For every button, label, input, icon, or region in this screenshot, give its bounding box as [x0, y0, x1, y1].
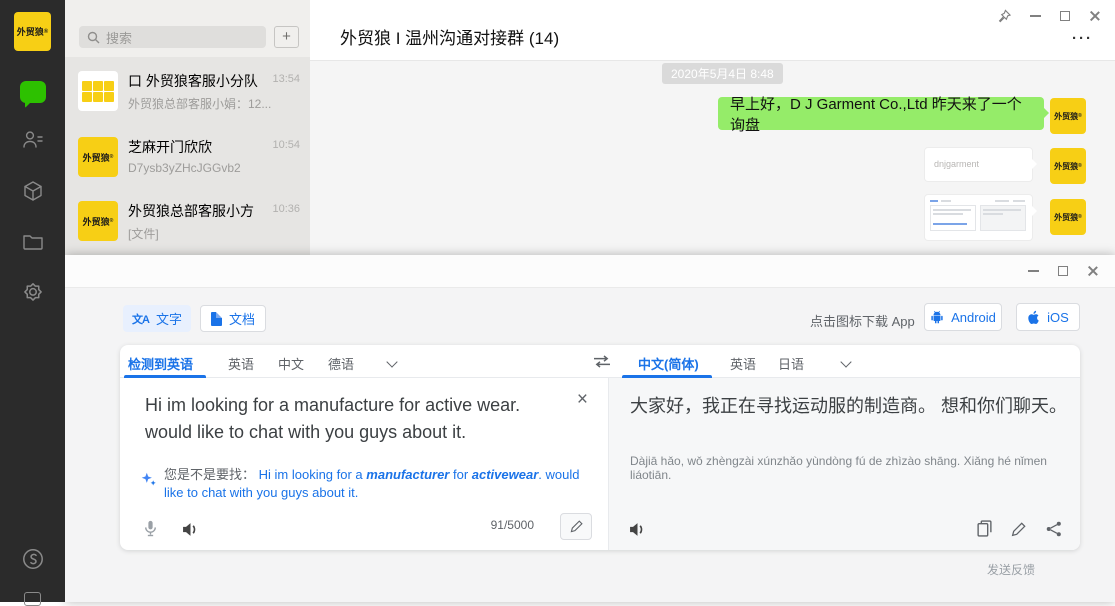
- image-text: dnjgarment: [934, 159, 979, 169]
- avatar[interactable]: 外贸狼®: [1050, 199, 1086, 235]
- avatar: 外贸狼®: [78, 201, 118, 241]
- page-title: 外贸狼 I 温州沟通对接群 (14): [340, 24, 559, 49]
- package-icon[interactable]: [0, 179, 65, 203]
- chevron-down-icon[interactable]: [386, 356, 397, 367]
- message-screenshot-thumbnail[interactable]: [925, 195, 1032, 240]
- microphone-icon[interactable]: [144, 520, 157, 537]
- tab-target-chinese-simplified[interactable]: 中文(简体): [638, 354, 699, 373]
- contacts-icon[interactable]: [0, 128, 65, 152]
- avatar[interactable]: 外贸狼®: [1050, 148, 1086, 184]
- tab-target-english[interactable]: 英语: [730, 354, 756, 373]
- app-logo-text: 外贸狼: [17, 25, 44, 38]
- tab-source-german[interactable]: 德语: [328, 354, 354, 373]
- language-tabs: 检测到英语 英语 中文 德语 中文(简体) 英语 日语: [120, 345, 1080, 378]
- clear-source-icon[interactable]: ×: [577, 390, 588, 409]
- pencil-icon: [570, 520, 583, 533]
- android-icon: [930, 310, 944, 325]
- suggest-edit-icon[interactable]: [1011, 522, 1026, 537]
- chat-time: 10:54: [272, 139, 300, 151]
- message-bubble-text[interactable]: 早上好，D J Garment Co.,Ltd 昨天来了一个询盘: [718, 97, 1044, 130]
- android-download-button[interactable]: Android: [924, 303, 1002, 331]
- tab-source-chinese[interactable]: 中文: [278, 354, 304, 373]
- close-icon[interactable]: [1087, 265, 1099, 277]
- chevron-down-icon[interactable]: [840, 356, 851, 367]
- more-options-button[interactable]: ···: [1072, 30, 1093, 47]
- swap-languages-icon[interactable]: [592, 355, 612, 368]
- flower-gear-icon[interactable]: [0, 280, 65, 306]
- did-you-mean-suggestion[interactable]: 您是不是要找： Hi im looking for a manufacturer…: [164, 466, 584, 502]
- chat-last-message: [文件]: [128, 225, 300, 242]
- edit-source-button[interactable]: [560, 513, 592, 540]
- search-icon: [87, 31, 100, 44]
- source-panel: Hi im looking for a manufacture for acti…: [120, 378, 608, 550]
- translation-text: 大家好，我正在寻找运动服的制造商。 想和你们聊天。: [630, 392, 1068, 420]
- list-item[interactable]: 口 外贸狼客服小分队 13:54 外贸狼总部客服小娟：12...: [65, 60, 310, 124]
- chat-title: 口 外贸狼客服小分队: [128, 71, 288, 91]
- share-icon[interactable]: [1046, 521, 1062, 537]
- add-chat-button[interactable]: +: [274, 26, 299, 48]
- chat-time: 10:36: [272, 203, 300, 215]
- spellcheck-sparkle-icon: [140, 471, 157, 488]
- chat-title: 外贸狼总部客服小方: [128, 201, 288, 221]
- avatar: 外贸狼®: [78, 137, 118, 177]
- message-image-thumbnail[interactable]: dnjgarment: [925, 148, 1032, 181]
- chat-window: 外贸狼 I 温州沟通对接群 (14) ··· 2020年5月4日 8:48 早上…: [310, 0, 1115, 255]
- apple-icon: [1027, 310, 1040, 325]
- search-input[interactable]: 搜索: [79, 26, 266, 48]
- source-text-input[interactable]: Hi im looking for a manufacture for acti…: [145, 392, 557, 446]
- chat-titlebar: 外贸狼 I 温州沟通对接群 (14) ···: [310, 0, 1115, 61]
- listen-source-icon[interactable]: [182, 522, 199, 537]
- translate-text-icon: 文A: [132, 311, 149, 327]
- link-circle-icon[interactable]: [0, 546, 65, 572]
- translator-window: 文A 文字 文档 点击图标下载 App Android iOS 检测到英语 英语…: [65, 255, 1115, 602]
- pin-icon[interactable]: [998, 9, 1011, 23]
- minimize-icon[interactable]: [1028, 270, 1039, 272]
- ios-download-button[interactable]: iOS: [1016, 303, 1080, 331]
- app-sidebar: 外贸狼®: [0, 0, 65, 602]
- text-mode-button[interactable]: 文A 文字: [123, 305, 191, 332]
- document-icon: [211, 312, 222, 326]
- listen-translation-icon[interactable]: [629, 522, 646, 537]
- app-logo[interactable]: 外贸狼®: [14, 12, 51, 51]
- tab-detected-language[interactable]: 检测到英语: [128, 354, 193, 373]
- tab-target-japanese[interactable]: 日语: [778, 354, 804, 373]
- send-feedback-link[interactable]: 发送反馈: [987, 561, 1035, 578]
- minimize-icon[interactable]: [1030, 15, 1041, 17]
- translate-card: 检测到英语 英语 中文 德语 中文(简体) 英语 日语 Hi im lookin…: [120, 345, 1080, 550]
- download-app-hint: 点击图标下载 App: [810, 311, 915, 330]
- chat-last-message: 外贸狼总部客服小娟：12...: [128, 95, 300, 112]
- date-divider: 2020年5月4日 8:48: [662, 63, 783, 84]
- document-mode-button[interactable]: 文档: [200, 305, 266, 332]
- chat-last-message: D7ysb3yZHcJGGvb2: [128, 161, 300, 175]
- avatar[interactable]: 外贸狼®: [1050, 98, 1086, 134]
- maximize-icon[interactable]: [1060, 11, 1070, 21]
- chat-time: 13:54: [272, 73, 300, 85]
- character-count: 91/5000: [491, 518, 534, 532]
- chat-list-header: 搜索 +: [65, 0, 310, 57]
- pinyin-transliteration: Dàjiā hǎo, wǒ zhèngzài xúnzhǎo yùndòng f…: [630, 454, 1068, 482]
- list-item[interactable]: 外贸狼® 芝麻开门欣欣 10:54 D7ysb3yZHcJGGvb2: [65, 126, 310, 190]
- target-panel: 大家好，我正在寻找运动服的制造商。 想和你们聊天。 Dàjiā hǎo, wǒ …: [609, 378, 1080, 550]
- close-icon[interactable]: [1089, 10, 1101, 22]
- group-avatar: [78, 71, 118, 111]
- miniprogram-icon[interactable]: [24, 592, 41, 606]
- chat-title: 芝麻开门欣欣: [128, 137, 288, 157]
- translator-titlebar: [65, 255, 1115, 288]
- copy-icon[interactable]: [977, 520, 992, 537]
- folder-icon[interactable]: [0, 230, 65, 254]
- maximize-icon[interactable]: [1058, 266, 1068, 276]
- tab-source-english[interactable]: 英语: [228, 354, 254, 373]
- list-item[interactable]: 外贸狼® 外贸狼总部客服小方 10:36 [文件]: [65, 190, 310, 254]
- search-placeholder: 搜索: [106, 28, 132, 47]
- chat-icon[interactable]: [0, 81, 65, 103]
